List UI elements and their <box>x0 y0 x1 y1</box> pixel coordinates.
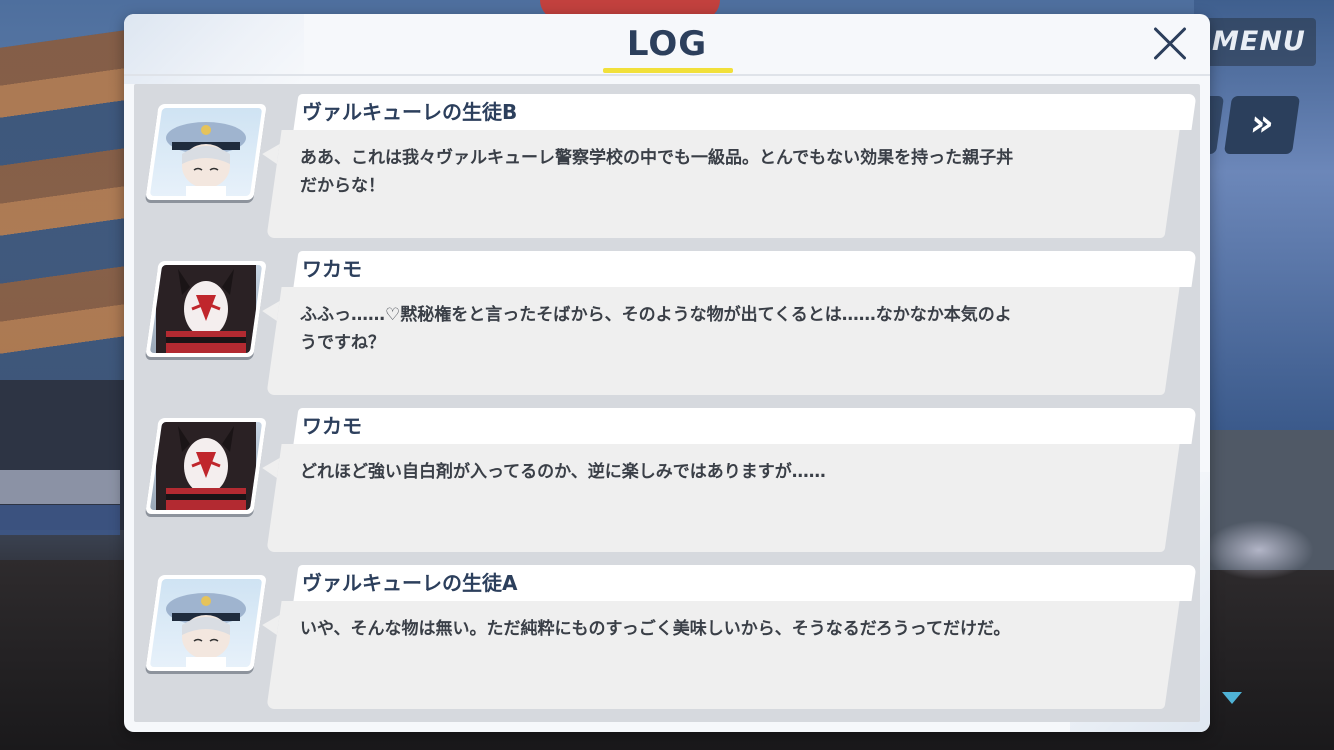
speaker-name: ワカモ <box>302 257 362 281</box>
speaker-name: ワカモ <box>302 414 362 438</box>
log-panel: LOG ヴァルキューレの生徒B ああ、これは我々ヴァルキューレ警察学校の中でも一… <box>124 14 1210 732</box>
log-entry: ヴァルキューレの生徒A いや、そんな物は無い。ただ純粋にものすっごく美味しいから… <box>134 565 1200 715</box>
log-entry: ワカモ どれほど強い自白剤が入ってるのか、逆に楽しみではありますが…… <box>134 408 1200 558</box>
fox-mask-portrait <box>145 418 267 514</box>
fast-forward-icon: » <box>1247 103 1277 144</box>
log-entry: ワカモ ふふっ……♡黙秘権をと言ったそばから、そのような物が出てくるとは……なか… <box>134 251 1200 401</box>
message-text: ふふっ……♡黙秘権をと言ったそばから、そのような物が出てくるとは……なかなか本気… <box>300 305 1012 353</box>
speaker-name: ヴァルキューレの生徒A <box>302 571 518 595</box>
message-text: ああ、これは我々ヴァルキューレ警察学校の中でも一級品。とんでもない効果を持った親… <box>300 148 1014 196</box>
message-text: いや、そんな物は無い。ただ純粋にものすっごく美味しいから、そうなるだろうってだけ… <box>300 619 1011 639</box>
fox-mask-portrait <box>145 261 267 357</box>
close-button[interactable] <box>1150 24 1190 64</box>
title-underline <box>603 68 733 73</box>
panel-title: LOG <box>626 24 708 64</box>
skip-button[interactable]: » <box>1223 96 1301 154</box>
log-list[interactable]: ヴァルキューレの生徒B ああ、これは我々ヴァルキューレ警察学校の中でも一級品。と… <box>134 84 1200 722</box>
scroll-down-indicator-icon <box>1222 692 1242 704</box>
speaker-name: ヴァルキューレの生徒B <box>302 100 518 124</box>
message-text: どれほど強い自白剤が入ってるのか、逆に楽しみではありますが…… <box>300 462 826 482</box>
police-student-portrait <box>145 104 267 200</box>
police-student-portrait <box>145 575 267 671</box>
header-divider <box>124 74 1210 76</box>
log-entry: ヴァルキューレの生徒B ああ、これは我々ヴァルキューレ警察学校の中でも一級品。と… <box>134 94 1200 244</box>
